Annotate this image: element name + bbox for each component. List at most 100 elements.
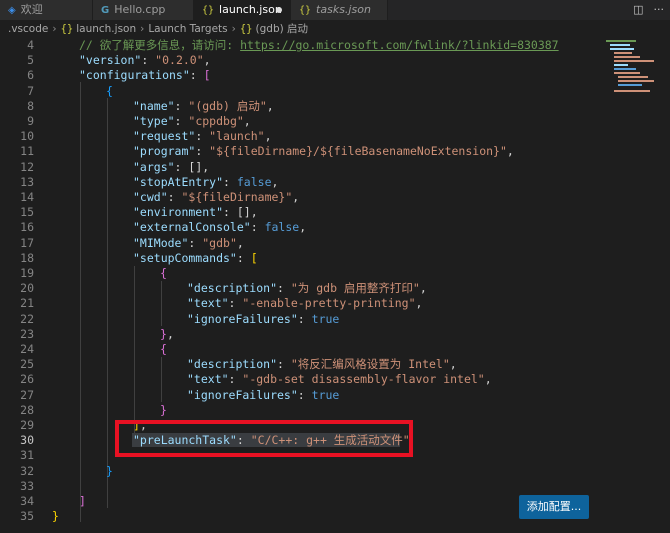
code-line-10: "request": "launch",	[133, 129, 272, 144]
line-number: 15	[20, 205, 34, 220]
code-line-16: "externalConsole": false,	[133, 220, 307, 235]
tab-hello-cpp[interactable]: G Hello.cpp	[93, 0, 194, 20]
line-number: 34	[20, 494, 34, 508]
highlight-annotation-box	[115, 420, 413, 457]
json-key: "stopAtEntry"	[133, 174, 224, 189]
code-line-21: "text": "-enable-pretty-printing",	[187, 296, 423, 311]
chevron-right-icon: ›	[52, 23, 57, 35]
json-key: "text"	[187, 372, 229, 387]
object-icon: {}	[239, 23, 253, 35]
breadcrumb-folder[interactable]: .vscode	[8, 20, 48, 38]
code-line-20: "description": "为 gdb 启用整齐打印",	[187, 281, 427, 296]
code-line-9: "type": "cppdbg",	[133, 114, 251, 128]
line-number: 33	[20, 478, 34, 493]
tab-label: launch.json	[219, 3, 282, 16]
json-file-icon: {}	[299, 5, 312, 16]
json-key: "cwd"	[133, 190, 168, 204]
breadcrumb-file-label: launch.json	[76, 23, 137, 35]
split-editor-icon[interactable]: ◫	[633, 3, 643, 16]
line-number: 12	[20, 159, 34, 174]
tab-welcome[interactable]: ◈ 欢迎	[0, 0, 93, 20]
json-value: "将反汇编风格设置为 Intel"	[290, 357, 450, 372]
code-line-7: {	[106, 83, 113, 98]
chevron-right-icon: ›	[140, 23, 145, 35]
code-line-12: "args": [],	[133, 159, 210, 174]
json-file-icon: {}	[202, 5, 215, 16]
code-line-6: "configurations": [	[79, 68, 211, 83]
json-key: "externalConsole"	[133, 220, 251, 235]
comment-link[interactable]: https://go.microsoft.com/fwlink/?linkid=…	[240, 38, 559, 52]
add-configuration-button[interactable]: 添加配置...	[519, 495, 589, 519]
json-value: "${fileDirname}/${fileBasenameNoExtensio…	[209, 144, 507, 159]
code-line-5: "version": "0.2.0",	[79, 53, 211, 68]
tab-label: tasks.json	[316, 3, 371, 16]
line-number: 10	[20, 129, 34, 144]
json-key: "program"	[133, 144, 196, 159]
line-number: 25	[20, 357, 34, 372]
json-value: []	[188, 159, 203, 174]
line-number: 27	[20, 387, 34, 402]
code-line-11: "program": "${fileDirname}/${fileBasenam…	[133, 144, 514, 159]
unsaved-dot-icon[interactable]	[276, 7, 282, 13]
json-value: "0.2.0"	[155, 53, 204, 68]
line-number: 32	[20, 463, 34, 478]
code-line-34: ]	[79, 494, 86, 508]
json-value: true	[311, 311, 340, 326]
json-key: "args"	[133, 159, 175, 174]
code-line-35: }	[52, 509, 59, 524]
json-value: "gdb"	[202, 235, 237, 250]
indent-guide	[161, 357, 162, 402]
tab-launch-json[interactable]: {} launch.json	[194, 0, 291, 20]
code-line-18: "setupCommands": [	[133, 250, 258, 265]
line-number: 18	[20, 250, 34, 265]
json-key: "environment"	[133, 205, 224, 220]
code-line-27: "ignoreFailures": true	[187, 387, 340, 402]
line-number: 9	[27, 114, 34, 128]
breadcrumb-config[interactable]: {} (gdb) 启动	[240, 20, 308, 38]
line-number: 21	[20, 296, 34, 311]
json-value: false	[236, 174, 272, 189]
breadcrumb: .vscode ›{} launch.json › Launch Targets ›{}(…	[0, 20, 670, 38]
json-value: true	[311, 387, 340, 402]
code-editor[interactable]: 4 5 6 7 8 9 10 11 12 13 14 15 16 17 18 19 20 21 22 23 24 25 26…	[0, 38, 600, 533]
line-number: 8	[27, 98, 34, 113]
json-key: "ignoreFailures"	[187, 387, 298, 402]
editor-tab-bar: ◈ 欢迎 G Hello.cpp {} launch.json {} tasks.jso…	[0, 0, 670, 20]
json-value: []	[236, 205, 251, 220]
code-line-19: {	[160, 266, 167, 280]
json-key: "request"	[133, 129, 196, 144]
line-number: 13	[20, 174, 34, 189]
tab-tasks-json[interactable]: {} tasks.json	[291, 0, 388, 20]
json-value: "launch"	[209, 129, 265, 144]
code-line-24: {	[160, 342, 167, 356]
json-value: false	[264, 220, 300, 235]
json-key: "MIMode"	[133, 235, 189, 250]
line-number: 5	[27, 53, 34, 68]
json-value: "-gdb-set disassembly-flavor intel"	[242, 372, 485, 387]
more-actions-icon[interactable]: ···	[654, 3, 665, 16]
code-line-26: "text": "-gdb-set disassembly-flavor int…	[187, 372, 492, 387]
line-number: 23	[20, 326, 34, 341]
minimap[interactable]	[604, 38, 660, 98]
code-line-15: "environment": [],	[133, 205, 258, 220]
line-number: 14	[20, 190, 34, 204]
line-number: 28	[20, 402, 34, 417]
json-value: "-enable-pretty-printing"	[242, 296, 416, 311]
line-number: 31	[20, 448, 34, 463]
json-value: "cppdbg"	[188, 114, 244, 128]
tab-label: Hello.cpp	[114, 3, 166, 16]
json-key: "configurations"	[79, 68, 190, 83]
json-value: "为 gdb 启用整齐打印"	[290, 281, 420, 296]
json-key: "description"	[187, 281, 278, 296]
chevron-right-icon: ›	[231, 23, 236, 35]
json-key: "setupCommands"	[133, 250, 237, 265]
line-number: 24	[20, 342, 34, 356]
breadcrumb-file[interactable]: {} launch.json	[61, 20, 137, 38]
code-line-14: "cwd": "${fileDirname}",	[133, 190, 300, 204]
breadcrumb-config-label: (gdb) 启动	[255, 23, 309, 35]
indent-guide	[161, 281, 162, 326]
breadcrumb-launch-targets[interactable]: Launch Targets	[148, 20, 227, 38]
line-number: 22	[20, 311, 34, 326]
json-key: "ignoreFailures"	[187, 311, 298, 326]
line-number: 19	[20, 266, 34, 280]
